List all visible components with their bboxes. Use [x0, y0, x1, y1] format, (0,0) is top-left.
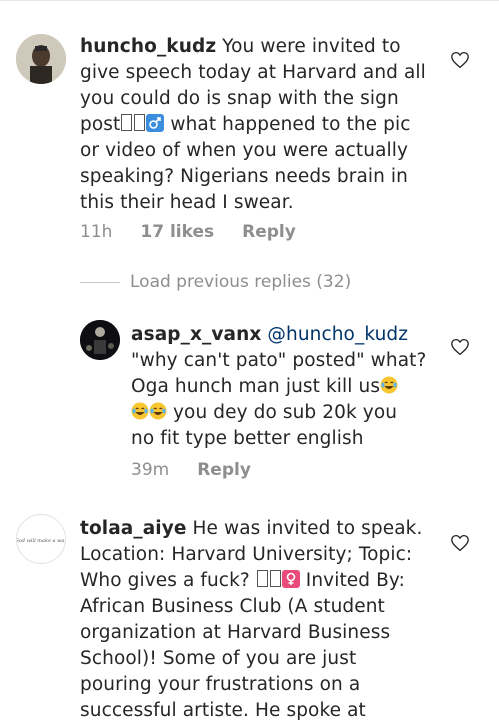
- svg-text:God will make a way: God will make a way: [17, 538, 65, 544]
- missing-glyph-icon: [269, 570, 281, 587]
- heart-outline-icon[interactable]: [450, 338, 470, 356]
- reply-button[interactable]: Reply: [197, 460, 251, 480]
- script-logo-icon: God will make a way: [17, 515, 65, 563]
- heart-outline-icon[interactable]: [450, 534, 470, 552]
- comment-text: huncho_kudz You were invited to give spe…: [80, 36, 426, 213]
- timestamp: 39m: [131, 460, 170, 480]
- timestamp: 11h: [80, 222, 113, 242]
- avatar[interactable]: [80, 320, 120, 360]
- missing-glyph-icon: [134, 114, 146, 131]
- load-previous-label: Load previous replies (32): [130, 272, 352, 292]
- male-sign-icon: [146, 114, 165, 132]
- tears-of-joy-emoji: [149, 402, 167, 420]
- missing-glyph-icon: [121, 114, 133, 131]
- avatar[interactable]: God will make a way: [16, 514, 66, 564]
- username[interactable]: asap_x_vanx: [131, 324, 261, 345]
- tears-of-joy-emoji: [380, 376, 398, 394]
- missing-glyph-icon: [256, 570, 268, 587]
- female-sign-icon: [281, 570, 300, 588]
- avatar[interactable]: [16, 34, 66, 84]
- top-divider: [0, 0, 499, 1]
- likes-count[interactable]: 17 likes: [140, 222, 214, 242]
- username[interactable]: tolaa_aiye: [80, 518, 187, 539]
- reply-button[interactable]: Reply: [242, 222, 296, 242]
- heart-outline-icon[interactable]: [450, 51, 470, 69]
- mention-link[interactable]: @huncho_kudz: [267, 324, 408, 345]
- load-previous-replies[interactable]: Load previous replies (32): [80, 272, 351, 292]
- comment-text: asap_x_vanx @huncho_kudz "why can't pato…: [131, 324, 427, 449]
- divider-dash: [80, 281, 120, 283]
- username[interactable]: huncho_kudz: [80, 36, 216, 57]
- comment-text: tolaa_aiye He was invited to speak. Loca…: [80, 518, 423, 721]
- tears-of-joy-emoji: [131, 402, 149, 420]
- comment-meta: 39m Reply: [131, 460, 251, 480]
- comment-meta: 11h 17 likes Reply: [80, 222, 296, 242]
